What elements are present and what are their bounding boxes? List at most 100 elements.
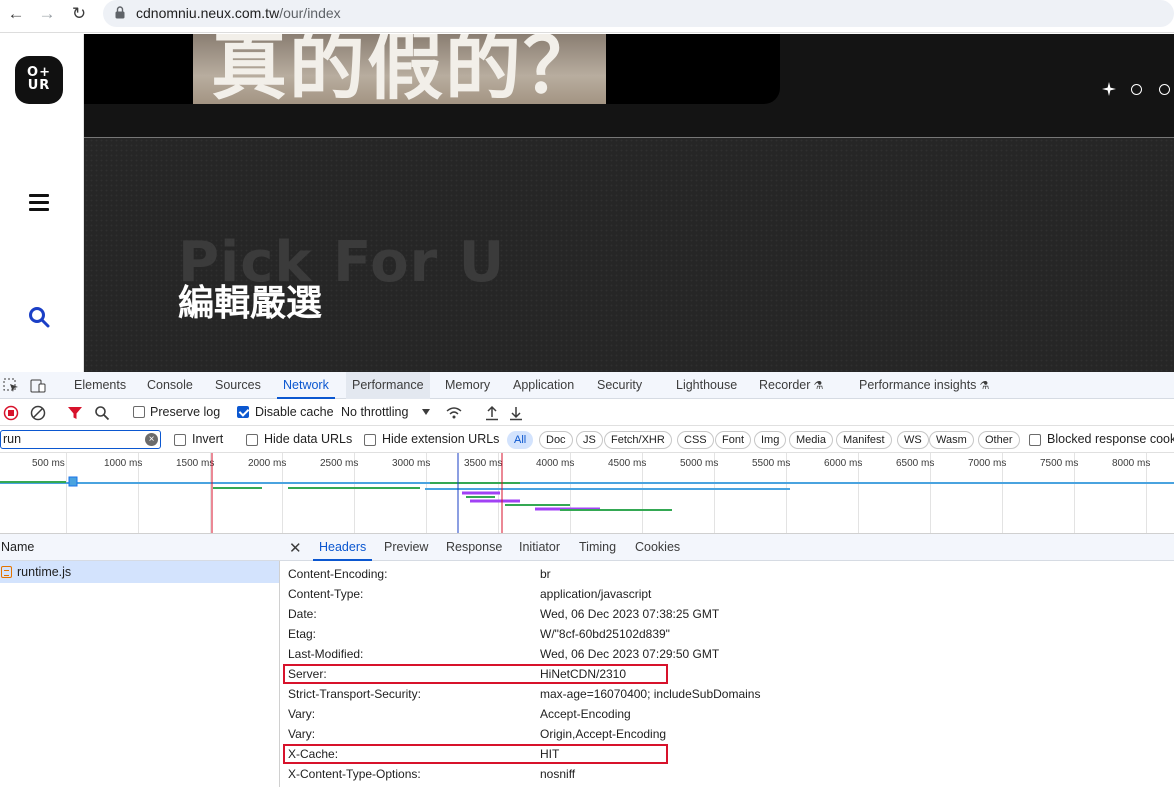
site-logo[interactable]: O+ UR bbox=[15, 56, 63, 104]
header-key: Vary: bbox=[288, 707, 316, 721]
export-har-icon[interactable] bbox=[508, 405, 524, 421]
search-icon[interactable] bbox=[28, 306, 50, 328]
filter-chip-doc[interactable]: Doc bbox=[539, 431, 573, 449]
filter-input[interactable]: run × bbox=[0, 430, 161, 449]
device-toolbar-icon[interactable] bbox=[30, 378, 46, 393]
filter-chip-manifest[interactable]: Manifest bbox=[836, 431, 892, 449]
chevron-down-icon[interactable] bbox=[421, 408, 431, 416]
address-bar[interactable]: cdnomniu.neux.com.tw/our/index bbox=[103, 0, 1174, 27]
clear-icon[interactable] bbox=[30, 405, 46, 421]
filter-icon[interactable] bbox=[67, 405, 83, 421]
header-key: X-Content-Type-Options: bbox=[288, 767, 421, 781]
carousel-dot[interactable] bbox=[1159, 84, 1170, 95]
experiment-flask-icon: ⚗ bbox=[976, 380, 990, 392]
network-filterbar: run × Invert Hide data URLs Hide extensi… bbox=[0, 426, 1174, 453]
inspect-element-icon[interactable] bbox=[3, 378, 19, 393]
devtools-panel: Elements Console Sources Network Performance… bbox=[0, 372, 1174, 787]
header-value: nosniff bbox=[540, 767, 576, 781]
hero-card[interactable]: 真的假的？ bbox=[84, 34, 780, 104]
throttling-select[interactable]: No throttling bbox=[341, 405, 408, 419]
detail-tab-headers[interactable]: Headers bbox=[313, 534, 373, 561]
details-tabbar: ✕ Headers Preview Response Initiator Timing C… bbox=[280, 534, 1174, 561]
pick-section: Pick For U 編輯嚴選 bbox=[84, 138, 1174, 372]
header-row: Vary: Origin,Accept-Encoding bbox=[280, 724, 1174, 744]
filter-chip-font[interactable]: Font bbox=[715, 431, 752, 449]
request-list: Name runtime.js bbox=[0, 534, 280, 787]
detail-tab-response[interactable]: Response bbox=[440, 534, 508, 561]
tab-security[interactable]: Security bbox=[591, 372, 648, 399]
header-value: br bbox=[540, 567, 551, 581]
back-arrow-icon[interactable]: ← bbox=[4, 3, 28, 27]
tab-recorder[interactable]: Recorder ⚗ bbox=[753, 372, 829, 399]
script-file-icon bbox=[1, 566, 12, 578]
record-icon[interactable] bbox=[3, 405, 19, 421]
filter-chip-other[interactable]: Other bbox=[978, 431, 1020, 449]
filter-chip-media[interactable]: Media bbox=[789, 431, 833, 449]
header-key: Last-Modified: bbox=[288, 647, 364, 661]
tab-lighthouse[interactable]: Lighthouse bbox=[670, 372, 743, 399]
carousel-dot[interactable] bbox=[1131, 84, 1142, 95]
devtools-tabbar: Elements Console Sources Network Performance… bbox=[0, 372, 1174, 399]
blocked-cookies-checkbox[interactable] bbox=[1029, 434, 1041, 446]
url-host: cdnomniu.neux.com.tw bbox=[136, 5, 280, 21]
sparkle-icon[interactable] bbox=[1102, 82, 1116, 96]
tab-memory[interactable]: Memory bbox=[439, 372, 496, 399]
url-text: cdnomniu.neux.com.tw/our/index bbox=[136, 5, 341, 21]
hide-data-urls-label: Hide data URLs bbox=[264, 432, 353, 446]
filter-chip-fetch-xhr[interactable]: Fetch/XHR bbox=[604, 431, 672, 449]
header-key: Content-Encoding: bbox=[288, 567, 388, 581]
hide-extension-urls-label: Hide extension URLs bbox=[382, 432, 500, 446]
search-icon[interactable] bbox=[94, 405, 110, 421]
network-toolbar: Preserve log Disable cache No throttling bbox=[0, 399, 1174, 426]
experiment-flask-icon: ⚗ bbox=[810, 380, 824, 392]
clear-filter-icon[interactable]: × bbox=[145, 433, 158, 446]
url-path: /our/index bbox=[279, 5, 341, 21]
tab-console[interactable]: Console bbox=[141, 372, 199, 399]
filter-chip-ws[interactable]: WS bbox=[897, 431, 929, 449]
header-key: Etag: bbox=[288, 627, 317, 641]
header-row: X-Content-Type-Options: nosniff bbox=[280, 764, 1174, 784]
header-row: Etag: W/"8cf-60bd25102d839" bbox=[280, 624, 1174, 644]
filter-chip-css[interactable]: CSS bbox=[677, 431, 714, 449]
request-name: runtime.js bbox=[17, 565, 72, 579]
header-row: Vary: Accept-Encoding bbox=[280, 704, 1174, 724]
name-column-header[interactable]: Name bbox=[0, 534, 280, 561]
forward-arrow-icon[interactable]: → bbox=[35, 3, 59, 27]
preserve-log-checkbox[interactable] bbox=[133, 406, 145, 418]
network-overview-timeline[interactable]: 500 ms 1000 ms 1500 ms 2000 ms 2500 ms 3000 m… bbox=[0, 453, 1174, 534]
tab-elements[interactable]: Elements bbox=[68, 372, 132, 399]
detail-tab-initiator[interactable]: Initiator bbox=[513, 534, 566, 561]
carousel-dots bbox=[1094, 82, 1174, 98]
pick-title: 編輯嚴選 bbox=[178, 283, 323, 324]
invert-label: Invert bbox=[192, 432, 224, 446]
preserve-log-label: Preserve log bbox=[150, 405, 221, 419]
detail-tab-timing[interactable]: Timing bbox=[573, 534, 622, 561]
hide-data-urls-checkbox[interactable] bbox=[246, 434, 258, 446]
filter-chip-js[interactable]: JS bbox=[576, 431, 603, 449]
tab-performance[interactable]: Performance bbox=[346, 372, 430, 399]
invert-checkbox[interactable] bbox=[174, 434, 186, 446]
import-har-icon[interactable] bbox=[484, 405, 500, 421]
tab-network[interactable]: Network bbox=[277, 372, 335, 399]
filter-chip-img[interactable]: Img bbox=[754, 431, 787, 449]
hide-extension-urls-checkbox[interactable] bbox=[364, 434, 376, 446]
waterfall-overview bbox=[0, 453, 1174, 533]
detail-tab-preview[interactable]: Preview bbox=[378, 534, 434, 561]
network-conditions-icon[interactable] bbox=[446, 405, 462, 421]
tab-sources[interactable]: Sources bbox=[209, 372, 267, 399]
disable-cache-checkbox[interactable] bbox=[237, 406, 249, 418]
menu-icon[interactable] bbox=[29, 194, 49, 211]
tab-performance-insights[interactable]: Performance insights ⚗ bbox=[853, 372, 995, 399]
detail-tab-cookies[interactable]: Cookies bbox=[629, 534, 686, 561]
reload-icon[interactable]: ↻ bbox=[67, 3, 91, 27]
header-row: Content-Encoding: br bbox=[280, 564, 1174, 584]
highlight-box-x-cache bbox=[283, 744, 668, 764]
header-key: Content-Type: bbox=[288, 587, 364, 601]
request-row[interactable]: runtime.js bbox=[0, 561, 279, 583]
filter-chip-all[interactable]: All bbox=[507, 431, 534, 449]
close-icon[interactable]: ✕ bbox=[289, 539, 302, 557]
tab-application[interactable]: Application bbox=[507, 372, 580, 399]
header-row: Last-Modified: Wed, 06 Dec 2023 07:29:50 … bbox=[280, 644, 1174, 664]
network-body: Name runtime.js ✕ Headers Preview Response… bbox=[0, 534, 1174, 787]
filter-chip-wasm[interactable]: Wasm bbox=[929, 431, 974, 449]
